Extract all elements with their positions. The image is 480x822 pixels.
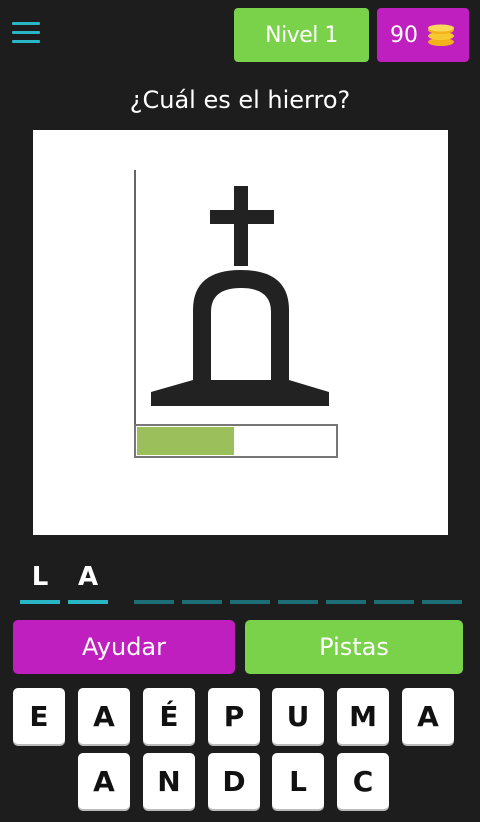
level-button[interactable]: Nivel 1: [234, 8, 369, 62]
answer-slot[interactable]: [278, 560, 318, 604]
letter-key[interactable]: A: [78, 753, 130, 809]
level-label: Nivel 1: [265, 22, 338, 48]
letter-key[interactable]: N: [143, 753, 195, 809]
answer-slot-underline: [182, 600, 222, 604]
answer-slot[interactable]: [182, 560, 222, 604]
answer-slot-underline: [326, 600, 366, 604]
puzzle-image: [33, 130, 448, 535]
answer-slot-underline: [68, 600, 108, 604]
coins-icon: [428, 24, 454, 46]
answer-slots: LA: [0, 560, 480, 610]
answer-slot-letter: L: [31, 562, 49, 592]
letter-key[interactable]: C: [337, 753, 389, 809]
hints-button[interactable]: Pistas: [245, 620, 463, 674]
answer-slot[interactable]: A: [68, 560, 108, 604]
level-bar-fill: [137, 427, 235, 455]
letter-key[interactable]: É: [143, 688, 195, 744]
letter-key[interactable]: A: [402, 688, 454, 744]
coins-button[interactable]: 90: [377, 8, 469, 62]
answer-slot[interactable]: [326, 560, 366, 604]
help-button[interactable]: Ayudar: [13, 620, 235, 674]
question-text: ¿Cuál es el hierro?: [129, 86, 351, 114]
answer-slot-underline: [278, 600, 318, 604]
answer-slot-underline: [422, 600, 462, 604]
answer-slot[interactable]: [422, 560, 462, 604]
bell-with-cross-brand-icon: [134, 170, 338, 458]
answer-slot[interactable]: L: [20, 560, 60, 604]
letter-key[interactable]: U: [272, 688, 324, 744]
answer-slot-underline: [230, 600, 270, 604]
help-label: Ayudar: [81, 633, 166, 661]
answer-slot[interactable]: [134, 560, 174, 604]
answer-slot[interactable]: [374, 560, 414, 604]
answer-slot-underline: [374, 600, 414, 604]
letter-key[interactable]: D: [208, 753, 260, 809]
answer-slot[interactable]: [230, 560, 270, 604]
letter-key[interactable]: E: [13, 688, 65, 744]
answer-slot-underline: [134, 600, 174, 604]
hints-label: Pistas: [319, 633, 389, 661]
letter-key[interactable]: M: [337, 688, 389, 744]
letter-key[interactable]: A: [78, 688, 130, 744]
letter-key[interactable]: L: [272, 753, 324, 809]
coins-count: 90: [390, 22, 418, 48]
hamburger-menu-icon[interactable]: [12, 20, 40, 46]
answer-slot-underline: [20, 600, 60, 604]
letter-key[interactable]: P: [208, 688, 260, 744]
answer-slot-letter: A: [77, 562, 99, 592]
